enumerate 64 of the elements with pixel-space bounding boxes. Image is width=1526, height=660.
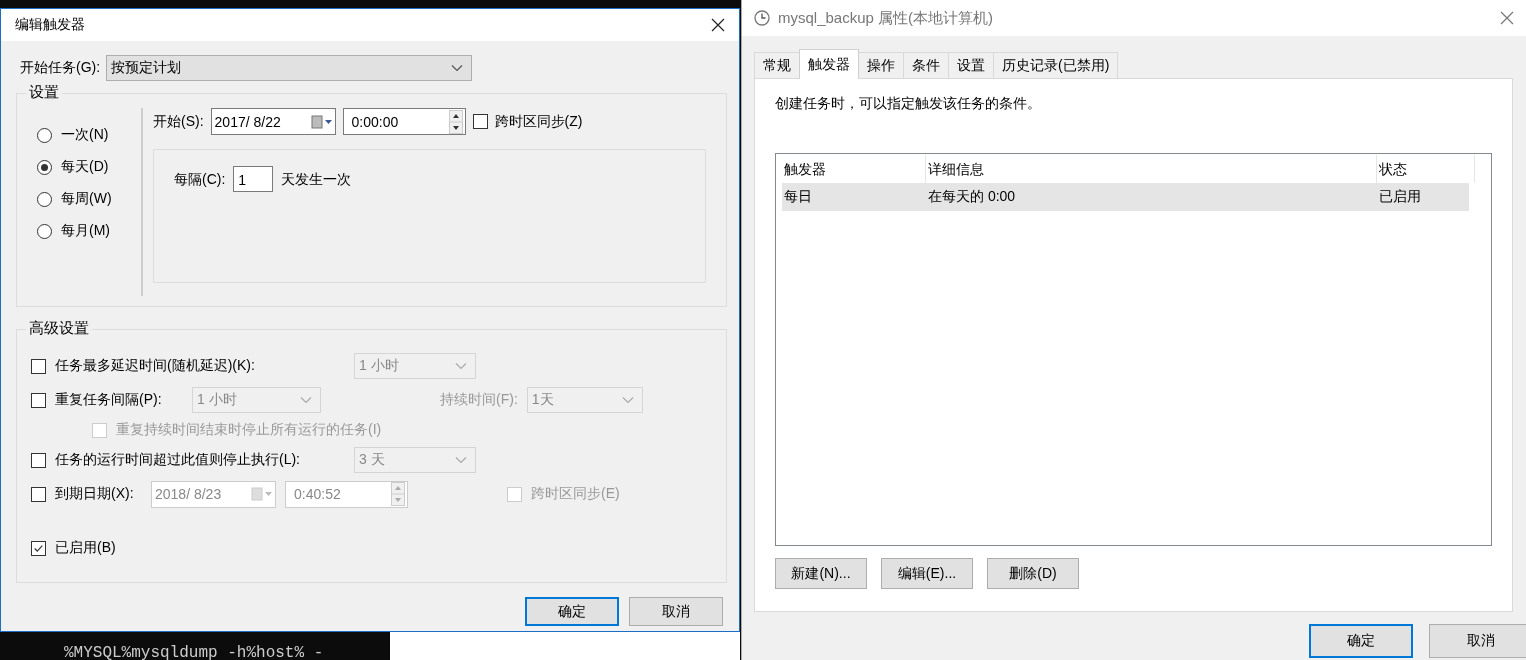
option-label: 任务最多延迟时间(随机延迟)(K): (55, 357, 256, 375)
dropdown[interactable]: 按预定计划 (106, 55, 473, 81)
action-button[interactable]: 删除(D) (987, 558, 1079, 589)
table-cell-text: 已启用 (1378, 188, 1422, 206)
option-label: 重复持续时间结束时停止所有运行的任务(I) (116, 421, 382, 439)
description-text: 创建任务时，可以指定触发该任务的条件。 (775, 95, 1042, 113)
group-title: 高级设置 (26, 319, 92, 338)
option-label: 到期日期(X): (55, 485, 135, 503)
checkbox-label: 跨时区同步(E) (531, 485, 620, 503)
checkbox[interactable] (31, 540, 46, 556)
interval-field[interactable]: 1 (233, 166, 274, 192)
table-row[interactable]: 每日 在每天的 0:00 已启用 (782, 183, 1469, 211)
checkbox-label: 跨时区同步(Z) (494, 112, 583, 131)
dialog-button[interactable]: 确定 (1309, 624, 1413, 658)
chevron-icon (300, 396, 312, 404)
calendar-icon (310, 114, 333, 129)
option-label: 重复任务间隔(P): (55, 391, 163, 409)
terminal-text: %MYSQL%mysqldump -h%host% - (64, 644, 324, 660)
check-icon (33, 542, 44, 554)
radio-label: 每月(M) (61, 222, 110, 240)
dialog-button[interactable]: 取消 (629, 597, 723, 626)
checkbox[interactable] (472, 114, 488, 129)
checkbox[interactable] (31, 392, 46, 408)
group-title: 设置 (26, 83, 62, 102)
table-cell-text: 在每天的 0:00 (927, 188, 1017, 206)
window-title: mysql_backup 属性(本地计算机) (778, 8, 994, 28)
start-task-label: 开始任务(G): (20, 59, 101, 77)
time-field[interactable]: 0:40:52 (285, 480, 408, 508)
date-picker[interactable]: 2018/ 8/23 (151, 480, 276, 508)
checkbox[interactable] (31, 486, 46, 502)
table-cell-text: 每日 (783, 188, 813, 206)
date-picker[interactable]: 2017/ 8/22 (210, 108, 336, 135)
checkbox[interactable] (31, 358, 46, 374)
dialog-button[interactable]: 取消 (1429, 624, 1526, 658)
radio-button[interactable] (37, 159, 52, 175)
interval-label: 每隔(C): (174, 170, 226, 189)
duration-label: 持续时间(F): (440, 391, 518, 409)
action-button[interactable]: 新建(N)... (775, 558, 867, 589)
time-field[interactable]: 0:00:00 (342, 108, 466, 135)
calendar-icon (251, 487, 273, 501)
radio-button[interactable] (37, 127, 52, 143)
chevron-icon (455, 456, 467, 464)
tab[interactable]: 历史记录(已禁用) (993, 52, 1119, 78)
tab[interactable]: 常规 (754, 52, 800, 78)
radio-label: 一次(N) (61, 126, 109, 144)
close-icon[interactable] (711, 18, 725, 32)
clock-icon (754, 10, 770, 26)
checkbox[interactable] (31, 452, 46, 468)
option-label: 已启用(B) (55, 539, 116, 557)
spinner-icon[interactable] (448, 109, 463, 134)
interval-suffix: 天发生一次 (281, 170, 352, 189)
window-title: 编辑触发器 (15, 16, 85, 34)
tab[interactable]: 触发器 (799, 49, 859, 79)
radio-label: 每周(W) (61, 190, 112, 208)
chevron-icon (451, 64, 464, 72)
option-label: 任务的运行时间超过此值则停止执行(L): (55, 451, 301, 469)
radio-button[interactable] (37, 223, 52, 239)
chevron-icon (455, 362, 467, 370)
radio-button[interactable] (37, 191, 52, 207)
action-button[interactable]: 编辑(E)... (881, 558, 973, 589)
chevron-icon (621, 396, 634, 404)
start-label: 开始(S): (153, 112, 204, 131)
dialog-button[interactable]: 确定 (525, 597, 619, 626)
radio-label: 每天(D) (61, 158, 109, 176)
